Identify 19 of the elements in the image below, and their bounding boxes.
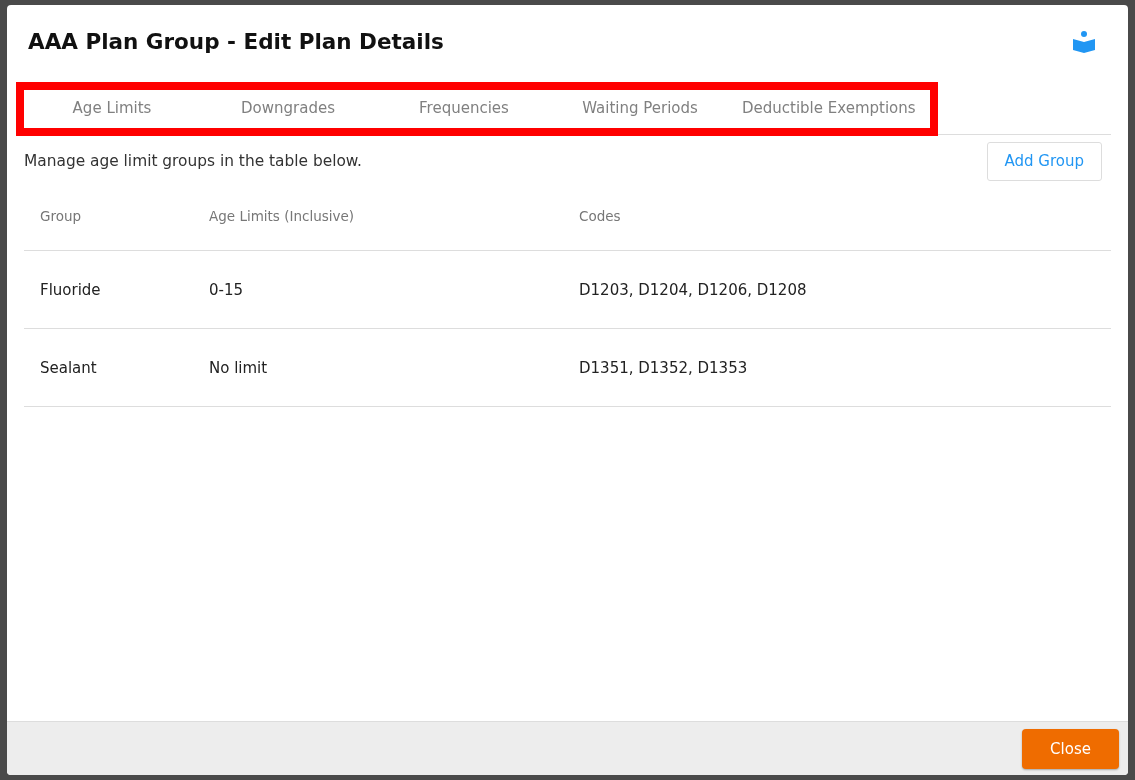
tab[interactable]: Waiting Periods <box>552 90 728 128</box>
column-header: Group <box>39 207 83 224</box>
table-cell-text: D1351, D1352, D1353 <box>578 358 749 377</box>
table-cell-text: D1203, D1204, D1206, D1208 <box>578 280 808 299</box>
close-button[interactable]: Close <box>1022 728 1119 769</box>
tab[interactable]: Age Limits <box>24 90 200 128</box>
table-cell-text: Fluoride <box>39 280 102 299</box>
table-cell-text: No limit <box>208 358 269 377</box>
add-group-button[interactable]: Add Group <box>986 141 1102 181</box>
description-text: Manage age limit groups in the table below. <box>24 152 362 170</box>
reading-person-icon[interactable] <box>1073 31 1095 53</box>
tab[interactable]: Deductible Exemptions <box>728 90 930 128</box>
table-cell-text: Sealant <box>39 358 98 377</box>
table-cell-text: 0-15 <box>208 280 245 299</box>
tab[interactable]: Downgrades <box>200 90 376 128</box>
dialog-title: AAA Plan Group - Edit Plan Details <box>28 29 444 55</box>
column-header: Age Limits (Inclusive) <box>208 207 356 224</box>
tab[interactable]: Frequencies <box>376 90 552 128</box>
column-header: Codes <box>578 207 622 224</box>
